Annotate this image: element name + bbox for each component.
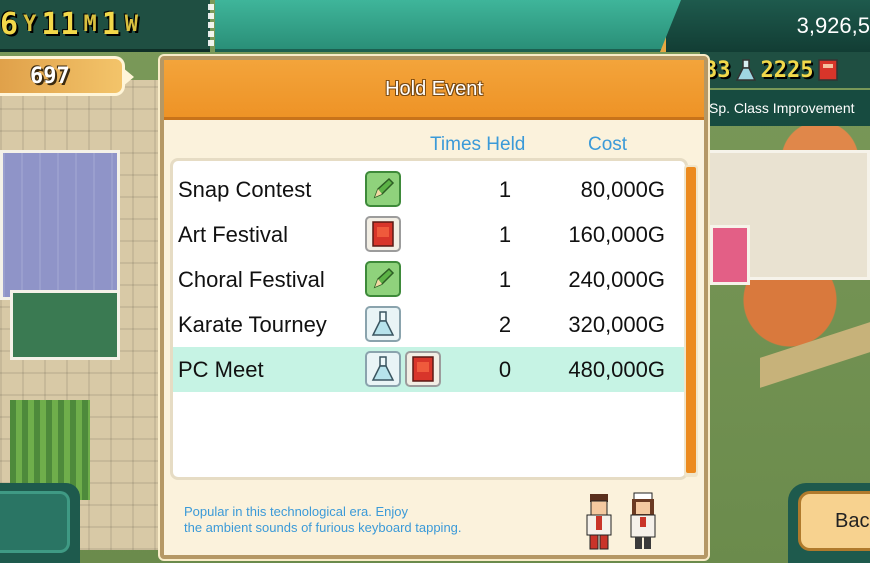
classroom-purple [0, 150, 120, 300]
flask-icon [365, 351, 401, 387]
description-line-2: the ambient sounds of furious keyboard t… [184, 520, 462, 535]
event-description: Popular in this technological era. Enjoy… [184, 504, 564, 536]
event-cost: 160,000G [568, 222, 665, 247]
event-row-karate-tourney[interactable]: Karate Tourney 2 320,000G [173, 302, 685, 347]
hud-divider [208, 4, 214, 48]
pencil-icon [365, 261, 401, 297]
week-unit: W [124, 12, 139, 37]
description-line-1: Popular in this technological era. Enjoy [184, 504, 409, 519]
funds-value: 3,926,5 [796, 13, 870, 38]
book-icon [818, 59, 839, 81]
nurse-girl-icon [630, 492, 656, 549]
month-value: 11 [41, 7, 80, 42]
research-points-value: 697 [30, 63, 70, 89]
year-value: 6 [0, 7, 20, 42]
event-cost: 480,000G [568, 357, 665, 382]
book-icon [365, 216, 401, 252]
times-held: 1 [498, 222, 512, 247]
research-points-display[interactable]: 697 [0, 56, 134, 96]
date-display: 6 Y 11 M 1 W [0, 0, 210, 52]
event-name: Art Festival [178, 222, 289, 247]
event-cost: 240,000G [568, 267, 665, 292]
year-unit: Y [23, 12, 38, 37]
event-icons [365, 351, 441, 387]
event-icons [365, 306, 401, 342]
cost-column-header: Cost [588, 134, 628, 155]
event-row-snap-contest[interactable]: Snap Contest 1 80,000G [173, 167, 685, 212]
list-scrollbar[interactable] [684, 165, 698, 477]
left-menu-button[interactable] [0, 483, 80, 563]
flask-icon [735, 59, 756, 81]
dialog-header: Hold Event [164, 60, 704, 120]
back-button[interactable]: Back [798, 491, 870, 551]
event-icons [365, 261, 401, 297]
times-held-column-header: Times Held [430, 134, 526, 155]
event-list: Snap Contest 1 80,000G Art Festival 1 16… [170, 158, 688, 480]
times-held: 0 [498, 357, 512, 382]
event-name: PC Meet [178, 357, 264, 382]
times-held: 1 [498, 177, 512, 202]
times-held: 2 [498, 312, 512, 337]
scrollbar-thumb[interactable] [686, 167, 696, 473]
event-name: Karate Tourney [178, 312, 327, 337]
book-icon [405, 351, 441, 387]
flask-icon [365, 306, 401, 342]
left-menu-button-face [0, 491, 70, 553]
month-unit: M [83, 12, 98, 37]
event-cost: 80,000G [580, 177, 665, 202]
dirt-path [760, 322, 870, 388]
times-held: 1 [498, 267, 512, 292]
event-row-art-festival[interactable]: Art Festival 1 160,000G [173, 212, 685, 257]
week-value: 1 [101, 7, 121, 42]
advisor-characters [582, 492, 660, 552]
expand-arrow-icon [122, 67, 134, 87]
event-name: Snap Contest [178, 177, 312, 202]
back-button-frame: Back [788, 483, 870, 563]
hud-bar [215, 0, 685, 52]
dialog-title: Hold Event [385, 78, 483, 100]
resource-right-value: 2225 [760, 57, 814, 83]
hold-event-dialog: Hold Event Times Held Cost Snap Contest … [160, 56, 708, 559]
classroom-green [10, 290, 120, 360]
event-name: Choral Festival [178, 267, 325, 292]
resources-display: 33 2225 [700, 52, 870, 88]
event-row-pc-meet[interactable]: PC Meet 0 480,000G [173, 347, 685, 392]
event-row-choral-festival[interactable]: Choral Festival 1 240,000G [173, 257, 685, 302]
sp-class-improvement-label[interactable]: Sp. Class Improvement [705, 90, 870, 126]
event-cost: 320,000G [568, 312, 665, 337]
funds-display: 3,926,5 [660, 0, 870, 52]
event-icons [365, 216, 401, 252]
event-icons [365, 171, 401, 207]
room-pink [710, 225, 750, 285]
student-boy-icon [586, 494, 612, 550]
pencil-icon [365, 171, 401, 207]
